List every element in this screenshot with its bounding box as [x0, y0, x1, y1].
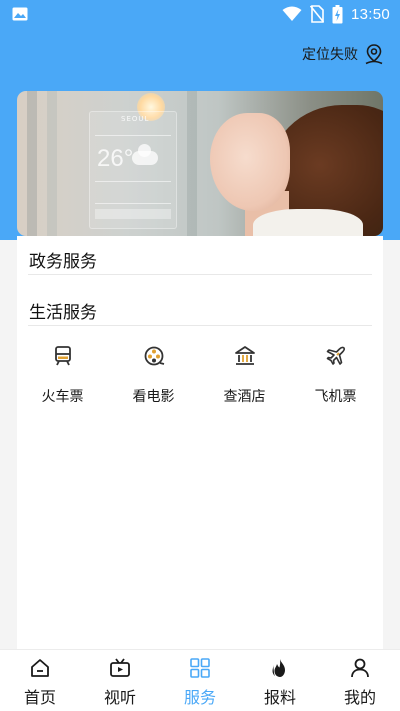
no-sim-icon	[309, 5, 324, 23]
weather-temperature: 26°	[97, 145, 134, 172]
battery-charging-icon	[332, 4, 343, 23]
location-text: 定位失败	[302, 47, 358, 63]
film-reel-icon	[144, 346, 164, 366]
services-card: 政务服务 生活服务 火车票 看电影 查酒店 飞机票	[17, 236, 383, 649]
service-label: 看电影	[132, 389, 175, 405]
divider	[28, 274, 372, 275]
service-label: 查酒店	[223, 389, 266, 405]
tab-label: 报料	[263, 688, 296, 707]
section-title-government[interactable]: 政务服务	[29, 247, 97, 272]
section-title-life: 生活服务	[29, 303, 97, 323]
tv-icon	[110, 658, 130, 677]
tab-video[interactable]: 视听	[80, 650, 160, 711]
wifi-icon	[282, 6, 302, 21]
banner-person-image	[210, 113, 290, 211]
location-button[interactable]: 定位失败	[302, 42, 384, 66]
airplane-icon	[326, 346, 345, 365]
banner-decoration	[47, 91, 57, 236]
banner-decoration	[95, 181, 171, 182]
tab-report[interactable]: 报料	[240, 650, 320, 711]
banner-decoration	[95, 209, 171, 219]
home-icon	[31, 659, 49, 677]
service-flight-ticket[interactable]: 飞机票	[290, 336, 381, 416]
tab-label: 服务	[183, 688, 216, 707]
weather-city: SEOUL	[121, 115, 150, 123]
service-label: 火车票	[41, 389, 84, 405]
tab-label: 视听	[103, 688, 136, 707]
tab-home[interactable]: 首页	[0, 650, 80, 711]
service-train-ticket[interactable]: 火车票	[17, 336, 108, 416]
service-movie[interactable]: 看电影	[108, 336, 199, 416]
tab-label: 我的	[343, 688, 376, 707]
life-services-grid: 火车票 看电影 查酒店 飞机票	[17, 336, 383, 416]
train-icon	[54, 346, 71, 366]
hotel-icon	[234, 346, 255, 365]
promo-banner[interactable]: SEOUL 26°	[17, 91, 383, 236]
banner-decoration	[187, 91, 197, 236]
cloud-icon	[132, 144, 158, 165]
service-label: 飞机票	[314, 389, 357, 405]
tab-mine[interactable]: 我的	[320, 650, 400, 711]
divider	[28, 325, 372, 326]
tab-label: 首页	[23, 688, 56, 707]
grid-icon	[190, 658, 210, 678]
gallery-icon	[12, 7, 28, 21]
banner-decoration	[95, 135, 171, 136]
status-bar: 13:50	[0, 0, 400, 28]
status-time: 13:50	[350, 5, 390, 23]
banner-decoration	[27, 91, 37, 236]
flame-icon	[272, 659, 285, 677]
user-icon	[351, 658, 369, 678]
banner-decoration	[95, 203, 171, 204]
bottom-tab-bar: 首页 视听 服务 报料 我的	[0, 649, 400, 711]
banner-person-image	[253, 209, 363, 236]
service-hotel[interactable]: 查酒店	[199, 336, 290, 416]
location-pin-icon	[365, 44, 383, 65]
tab-services[interactable]: 服务	[160, 650, 240, 711]
